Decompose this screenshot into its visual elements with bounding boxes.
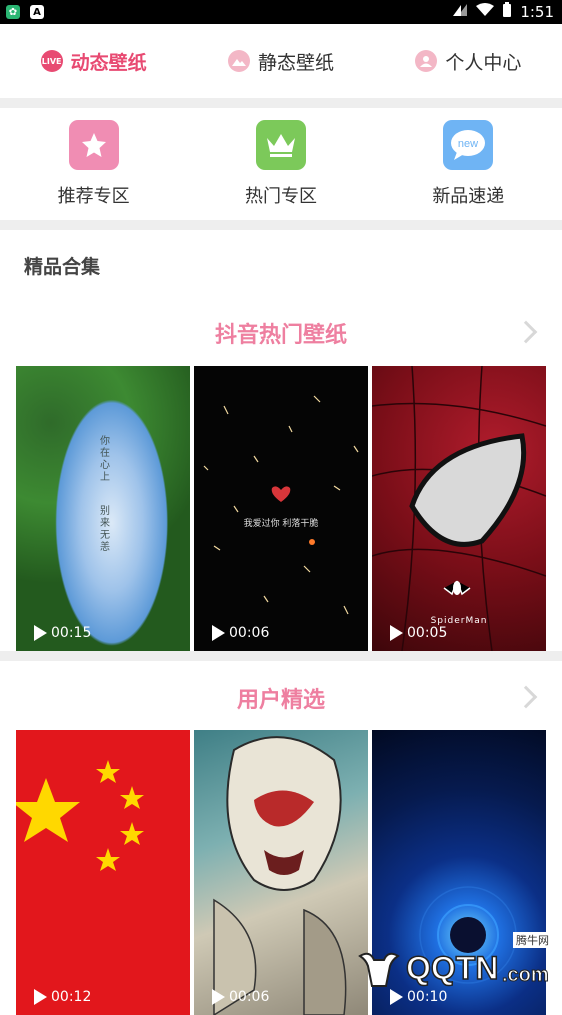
duration-text: 00:12 — [51, 989, 91, 1005]
duration-text: 00:06 — [229, 989, 269, 1005]
wallpaper-thumb[interactable]: 你在心上 别来无恙 00:15 — [16, 366, 190, 651]
artwork-decoration — [194, 730, 368, 1015]
quick-entry-recommended[interactable]: 推荐专区 — [19, 120, 169, 208]
signal-icon — [452, 3, 468, 21]
duration-badge: 00:05 — [390, 625, 447, 641]
status-bar: ✿ A 1:51 — [0, 0, 562, 24]
category-title-douyin[interactable]: 抖音热门壁纸 — [0, 317, 562, 349]
quick-entry-new-arrivals[interactable]: new 新品速递 — [393, 120, 543, 208]
wallpaper-thumb[interactable]: 00:06 — [194, 730, 368, 1015]
wallpaper-thumb[interactable]: 我爱过你 利落干脆 00:06 — [194, 366, 368, 651]
wallpaper-caption: 别来无恙 — [100, 506, 114, 554]
flag-stars-decoration — [16, 730, 190, 1015]
play-icon — [212, 625, 225, 641]
tab-personal-center[interactable]: 个人中心 — [415, 48, 521, 75]
tab-live-wallpaper[interactable]: LIVE 动态壁纸 — [41, 48, 147, 75]
duration-badge: 00:06 — [212, 989, 269, 1005]
category-grid-douyin: 你在心上 别来无恙 00:15 我爱过你 利落干脆 00:06 — [16, 366, 546, 651]
top-tab-bar: LIVE 动态壁纸 静态壁纸 个人中心 — [0, 24, 562, 98]
keyboard-notification-icon: A — [30, 5, 44, 19]
clock: 1:51 — [520, 3, 554, 21]
duration-badge: 00:12 — [34, 989, 91, 1005]
spiderman-decoration — [372, 366, 546, 651]
quick-entry-row: 推荐专区 热门专区 new 新品速递 — [0, 108, 562, 220]
sparks-decoration — [194, 366, 368, 651]
divider — [0, 220, 562, 230]
duration-text: 00:05 — [407, 625, 447, 641]
section-title: 精品合集 — [24, 252, 100, 279]
battery-icon — [502, 2, 512, 22]
divider — [0, 651, 562, 661]
live-icon: LIVE — [41, 50, 63, 72]
wifi-icon — [476, 3, 494, 21]
divider — [0, 98, 562, 108]
duration-text: 00:06 — [229, 625, 269, 641]
duration-text: 00:15 — [51, 625, 91, 641]
app-notification-icon: ✿ — [6, 5, 20, 19]
wallpaper-caption: 我爱过你 利落干脆 — [194, 516, 368, 529]
new-icon: new — [443, 120, 493, 170]
new-badge-text: new — [458, 138, 478, 150]
category-title-user-picks[interactable]: 用户精选 — [0, 682, 562, 714]
tab-label: 个人中心 — [445, 48, 521, 75]
tab-label: 静态壁纸 — [258, 48, 334, 75]
wallpaper-thumb[interactable]: 00:12 — [16, 730, 190, 1015]
watermark-tag: 腾牛网 — [513, 932, 552, 948]
site-watermark: 腾牛网 QQTN .com — [356, 932, 556, 998]
duration-badge: 00:06 — [212, 625, 269, 641]
wallpaper-thumb[interactable]: SpiderMan 00:05 — [372, 366, 546, 651]
bull-logo-icon — [356, 946, 402, 992]
quick-entry-popular[interactable]: 热门专区 — [206, 120, 356, 208]
play-icon — [212, 989, 225, 1005]
wallpaper-caption: 你在心上 — [100, 436, 114, 484]
play-icon — [34, 625, 47, 641]
crown-icon — [256, 120, 306, 170]
quick-entry-label: 推荐专区 — [58, 182, 130, 208]
tab-static-wallpaper[interactable]: 静态壁纸 — [228, 48, 334, 75]
watermark-brand: QQTN — [406, 950, 498, 987]
play-icon — [390, 625, 403, 641]
quick-entry-label: 新品速递 — [432, 182, 504, 208]
star-icon — [69, 120, 119, 170]
tab-label: 动态壁纸 — [71, 48, 147, 75]
image-icon — [228, 50, 250, 72]
watermark-suffix: .com — [502, 964, 549, 987]
duration-badge: 00:15 — [34, 625, 91, 641]
user-icon — [415, 50, 437, 72]
quick-entry-label: 热门专区 — [245, 182, 317, 208]
play-icon — [34, 989, 47, 1005]
